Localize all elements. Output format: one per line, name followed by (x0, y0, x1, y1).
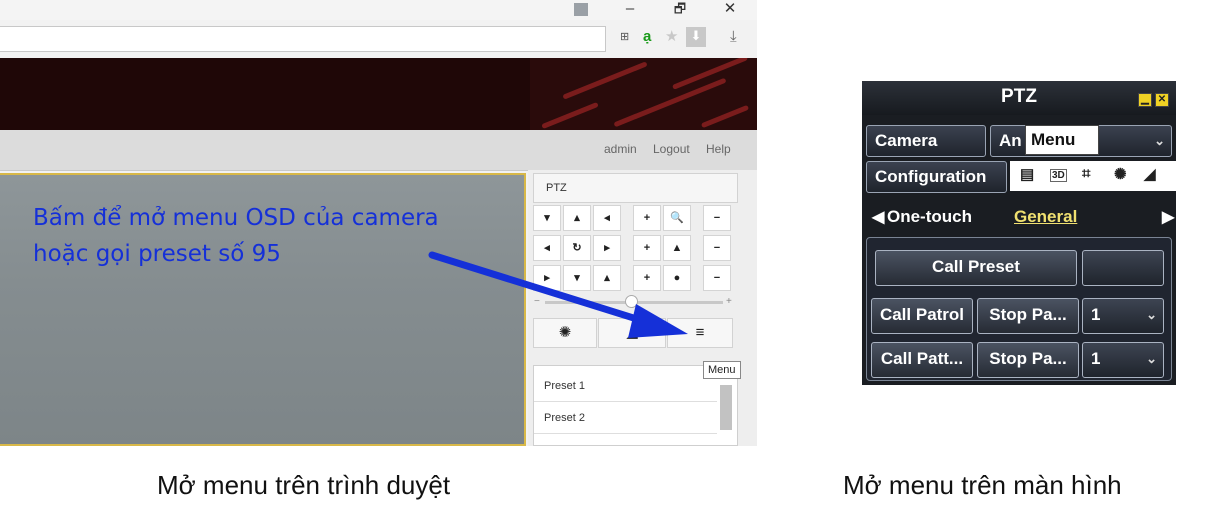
menu-icon[interactable]: ▤ (1020, 165, 1034, 183)
osd-tabs: ◀ One-touch General ▶ (862, 203, 1176, 233)
stop-patrol-button[interactable]: Stop Pa... (977, 298, 1079, 334)
light-icon[interactable]: ✺ (1114, 165, 1127, 183)
preset-number-input[interactable] (1082, 250, 1164, 286)
osd-ptz-panel: PTZ ▁ ✕ Camera An ⌄ Menu Configuration ▤… (862, 81, 1176, 385)
tab-general[interactable]: General (1014, 207, 1077, 227)
osd-titlebar: PTZ ▁ ✕ (862, 81, 1176, 115)
call-pattern-button[interactable]: Call Patt... (871, 342, 973, 378)
osd-minimize-button[interactable]: ▁ (1138, 93, 1152, 107)
browser-screenshot: – 🗗 ✕ ⊞ ạ ★ ⬇ ⤓ admin Logout Help Bấm để… (0, 0, 757, 446)
chevron-down-icon: ⌄ (1146, 307, 1157, 322)
stop-pattern-button[interactable]: Stop Pa... (977, 342, 1079, 378)
caption-left: Mở menu trên trình duyệt (157, 470, 451, 500)
osd-camera-label: Camera (866, 125, 986, 157)
pattern-number-value: 1 (1091, 349, 1101, 368)
pattern-number-select[interactable]: 1 ⌄ (1082, 342, 1164, 378)
call-preset-button[interactable]: Call Preset (875, 250, 1077, 286)
osd-general-content: Call Preset Call Patrol Stop Pa... 1 ⌄ C… (866, 237, 1172, 381)
chevron-down-icon: ⌄ (1146, 351, 1157, 366)
annotation-arrow (428, 251, 688, 338)
tab-next-arrow-icon[interactable]: ▶ (1162, 207, 1174, 227)
osd-configuration-label: Configuration (866, 161, 1007, 193)
osd-menu-tooltip: Menu (1025, 125, 1099, 155)
3d-icon[interactable]: 3D (1050, 169, 1067, 182)
call-patrol-button[interactable]: Call Patrol (871, 298, 973, 334)
zoom-area-icon[interactable]: ⌗ (1082, 165, 1090, 182)
osd-close-button[interactable]: ✕ (1155, 93, 1169, 107)
tab-one-touch[interactable]: One-touch (887, 207, 972, 227)
patrol-number-select[interactable]: 1 ⌄ (1082, 298, 1164, 334)
chevron-down-icon: ⌄ (1154, 133, 1165, 148)
arrow-head (628, 304, 688, 338)
osd-function-iconbar: ▤ 3D ⌗ ✺ ◢ (1010, 161, 1176, 191)
tab-prev-arrow-icon[interactable]: ◀ (872, 207, 884, 227)
arrow-shaft (428, 251, 644, 324)
caption-right: Mở menu trên màn hình (843, 470, 1122, 500)
osd-camera-value: An (999, 131, 1022, 150)
wiper-icon[interactable]: ◢ (1144, 165, 1156, 183)
patrol-number-value: 1 (1091, 305, 1101, 324)
osd-title: PTZ (1001, 86, 1037, 107)
